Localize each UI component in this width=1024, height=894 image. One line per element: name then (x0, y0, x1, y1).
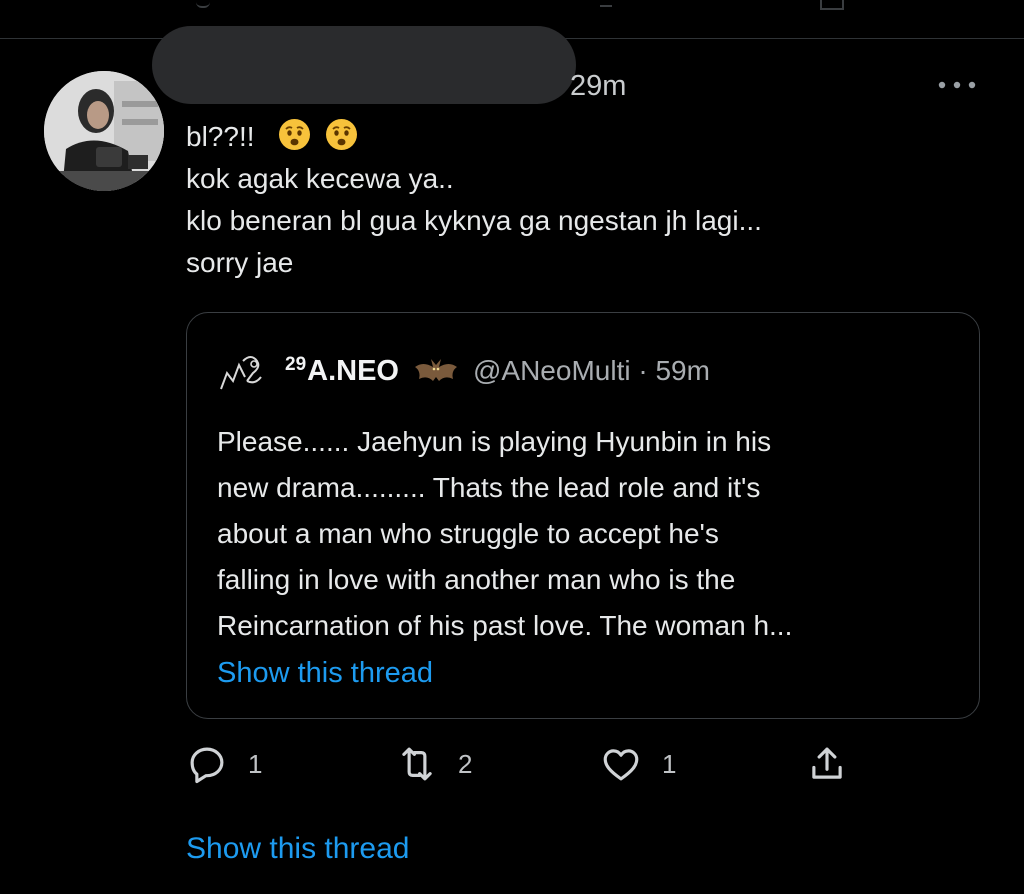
tweet-actions: 1 2 1 (186, 740, 886, 788)
partial-share-icon (820, 0, 844, 10)
quoted-avatar-icon (220, 356, 262, 390)
reply-count: 1 (248, 748, 263, 779)
quoted-line: Reincarnation of his past love. The woma… (217, 610, 793, 641)
name-text: A.NEO (307, 355, 399, 387)
anxious-face-emoji-icon (325, 118, 358, 151)
quoted-handle-time[interactable]: @ANeoMulti · 59m (473, 355, 710, 387)
retweet-count: 2 (458, 748, 473, 779)
bat-emoji-icon (414, 359, 457, 381)
tweet-line-text: bl??!! (186, 121, 255, 152)
name-prefix: 29 (285, 354, 307, 375)
reply-icon (190, 747, 224, 784)
like-button[interactable]: 1 (600, 740, 676, 788)
share-icon (812, 747, 842, 779)
share-button[interactable] (806, 740, 848, 788)
tweet-line: klo beneran bl gua kyknya ga ngestan jh … (186, 205, 762, 236)
avatar-photo (44, 71, 164, 191)
quoted-line: Please...... Jaehyun is playing Hyunbin … (217, 426, 772, 457)
show-thread-link[interactable]: Show this thread (186, 832, 409, 866)
partial-icon (196, 0, 210, 8)
tweet-line: bl??!! (186, 116, 946, 158)
quoted-tweet-card[interactable]: 29A.NEO @ANeoMulti · 59m Please...... Ja… (186, 312, 980, 719)
avatar[interactable] (44, 71, 164, 191)
tweet-timestamp[interactable]: 29m (570, 70, 626, 103)
quoted-tweet-header: 29A.NEO @ANeoMulti · 59m (217, 351, 710, 391)
quoted-line: new drama......... Thats the lead role a… (217, 472, 761, 503)
quoted-display-name[interactable]: 29A.NEO (285, 354, 399, 388)
redacted-name (152, 26, 576, 104)
more-options-icon[interactable] (934, 72, 980, 98)
tweet-text: bl??!! kok agak kecewa ya.. klo beneran … (186, 116, 946, 284)
quoted-tweet-text: Please...... Jaehyun is playing Hyunbin … (217, 419, 937, 649)
quoted-show-thread-link[interactable]: Show this thread (217, 657, 433, 690)
partial-icon (600, 0, 612, 7)
quoted-line: about a man who struggle to accept he's (217, 518, 719, 549)
quoted-line: falling in love with another man who is … (217, 564, 736, 595)
anxious-face-emoji-icon (278, 118, 311, 151)
reply-button[interactable]: 1 (186, 740, 262, 788)
tweet-line: sorry jae (186, 247, 294, 278)
like-count: 1 (662, 748, 677, 779)
tweet-line: kok agak kecewa ya.. (186, 163, 454, 194)
heart-icon (603, 749, 639, 781)
retweet-button[interactable]: 2 (396, 740, 472, 788)
retweet-icon (402, 747, 432, 781)
